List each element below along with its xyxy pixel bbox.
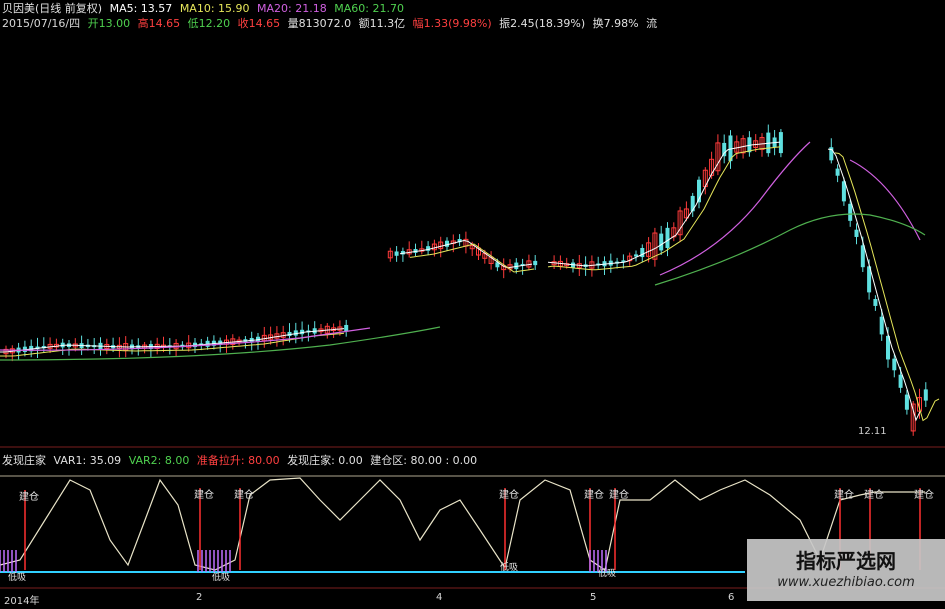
amplitude-value: 振2.45(18.39%) — [499, 17, 586, 30]
candle-body-down — [879, 316, 884, 335]
signal-label: 建仓 — [914, 488, 934, 501]
x-label-2: 2 — [196, 592, 203, 603]
chart-canvas: 建仓 建仓 建仓 建仓 建仓 建仓 建仓 建仓 建仓低吸 低吸低吸低吸 — [0, 124, 945, 589]
volume-value: 量813072.0 — [287, 17, 352, 30]
signal-label: 建仓 — [864, 488, 884, 501]
moving-average-layer — [0, 141, 940, 422]
signal-label: 建仓 — [234, 488, 254, 501]
candle-body-down — [445, 240, 449, 247]
candle-body-down — [344, 324, 349, 332]
ma20-readout: MA20: 21.18 — [257, 2, 327, 15]
signal-label: 建仓 — [834, 488, 854, 501]
var1-readout: VAR1: 35.09 — [53, 454, 122, 467]
candle-body-down — [722, 142, 727, 157]
open-value: 开13.00 — [87, 17, 131, 30]
bar-date: 2015/07/16/四 — [2, 17, 81, 30]
signal-label: 建仓 — [584, 488, 604, 501]
turnover-value: 换7.98% — [592, 17, 639, 30]
faxian-readout: 发现庄家: 0.00 — [287, 454, 363, 467]
indicator-name: 发现庄家 — [2, 454, 46, 467]
candle-body-down — [533, 260, 538, 266]
close-value: 收14.65 — [237, 17, 281, 30]
low-signal-label: 低吸 — [500, 561, 518, 573]
low-value: 低12.20 — [187, 17, 231, 30]
candle-body-down — [659, 233, 664, 251]
x-label-4: 4 — [436, 592, 443, 603]
low-signal-label: 低吸 — [598, 567, 616, 579]
candle-body-down — [898, 374, 903, 388]
x-label-5: 5 — [590, 592, 597, 603]
candle-body-down — [904, 394, 909, 410]
ma60-readout: MA60: 21.70 — [334, 2, 404, 15]
watermark-logo: 指标严选网 www.xuezhibiao.com — [747, 539, 945, 601]
candle-body-down — [923, 389, 928, 401]
high-value: 高14.65 — [137, 17, 181, 30]
signal-label: 建仓 — [499, 488, 519, 501]
signal-label: 建仓 — [194, 488, 214, 501]
candle-body-down — [848, 203, 853, 221]
change-value: 幅1.33(9.98%) — [412, 17, 492, 30]
price-low-label: 12.11 — [858, 426, 887, 437]
indicator-header: 发现庄家 VAR1: 35.09 VAR2: 8.00 准备拉升: 80.00 … — [2, 454, 481, 467]
candle-body-down — [873, 299, 878, 306]
zhuli-readout: 准备拉升: 80.00 — [196, 454, 280, 467]
watermark-title: 指标严选网 — [796, 549, 896, 573]
low-signal-label: 低吸 — [8, 571, 26, 583]
candle-body-down — [690, 195, 695, 212]
ma60-line — [0, 213, 926, 361]
x-label-year: 2014年 — [4, 596, 40, 607]
ma5-line — [0, 141, 921, 422]
trailing-text: 流 — [646, 17, 658, 30]
x-label-6: 6 — [728, 592, 735, 603]
candlestick-layer — [3, 124, 928, 436]
candle-body-down — [835, 168, 840, 176]
candle-body-down — [640, 247, 645, 258]
stock-title: 贝因美(日线 前复权) — [2, 2, 103, 15]
jiancang-readout: 建仓区: 80.00 : 0.00 — [370, 454, 478, 467]
signal-label: 建仓 — [19, 490, 39, 503]
candle-body-down — [394, 251, 399, 256]
ma10-readout: MA10: 15.90 — [179, 2, 250, 15]
candle-body-down — [854, 229, 859, 237]
var2-readout: VAR2: 8.00 — [128, 454, 190, 467]
signal-label: 建仓 — [609, 488, 629, 501]
header-row-1: 贝因美(日线 前复权) MA5: 13.57 MA10: 15.90 MA20:… — [2, 2, 408, 15]
header-row-2: 2015/07/16/四 开13.00 高14.65 低12.20 收14.65… — [2, 17, 661, 30]
ma10-line — [0, 146, 940, 422]
candle-body-down — [665, 227, 670, 248]
candle-body-down — [892, 358, 897, 371]
low-signal-label: 低吸 — [212, 571, 230, 583]
watermark-url: www.xuezhibiao.com — [777, 575, 915, 590]
stock-chart-window: 建仓 建仓 建仓 建仓 建仓 建仓 建仓 建仓 建仓 低吸 低吸 低吸 低吸 贝因美(日线 前复权) M… — [0, 0, 945, 609]
ma5-readout: MA5: 13.57 — [109, 2, 173, 15]
amount-value: 额11.3亿 — [358, 17, 406, 30]
